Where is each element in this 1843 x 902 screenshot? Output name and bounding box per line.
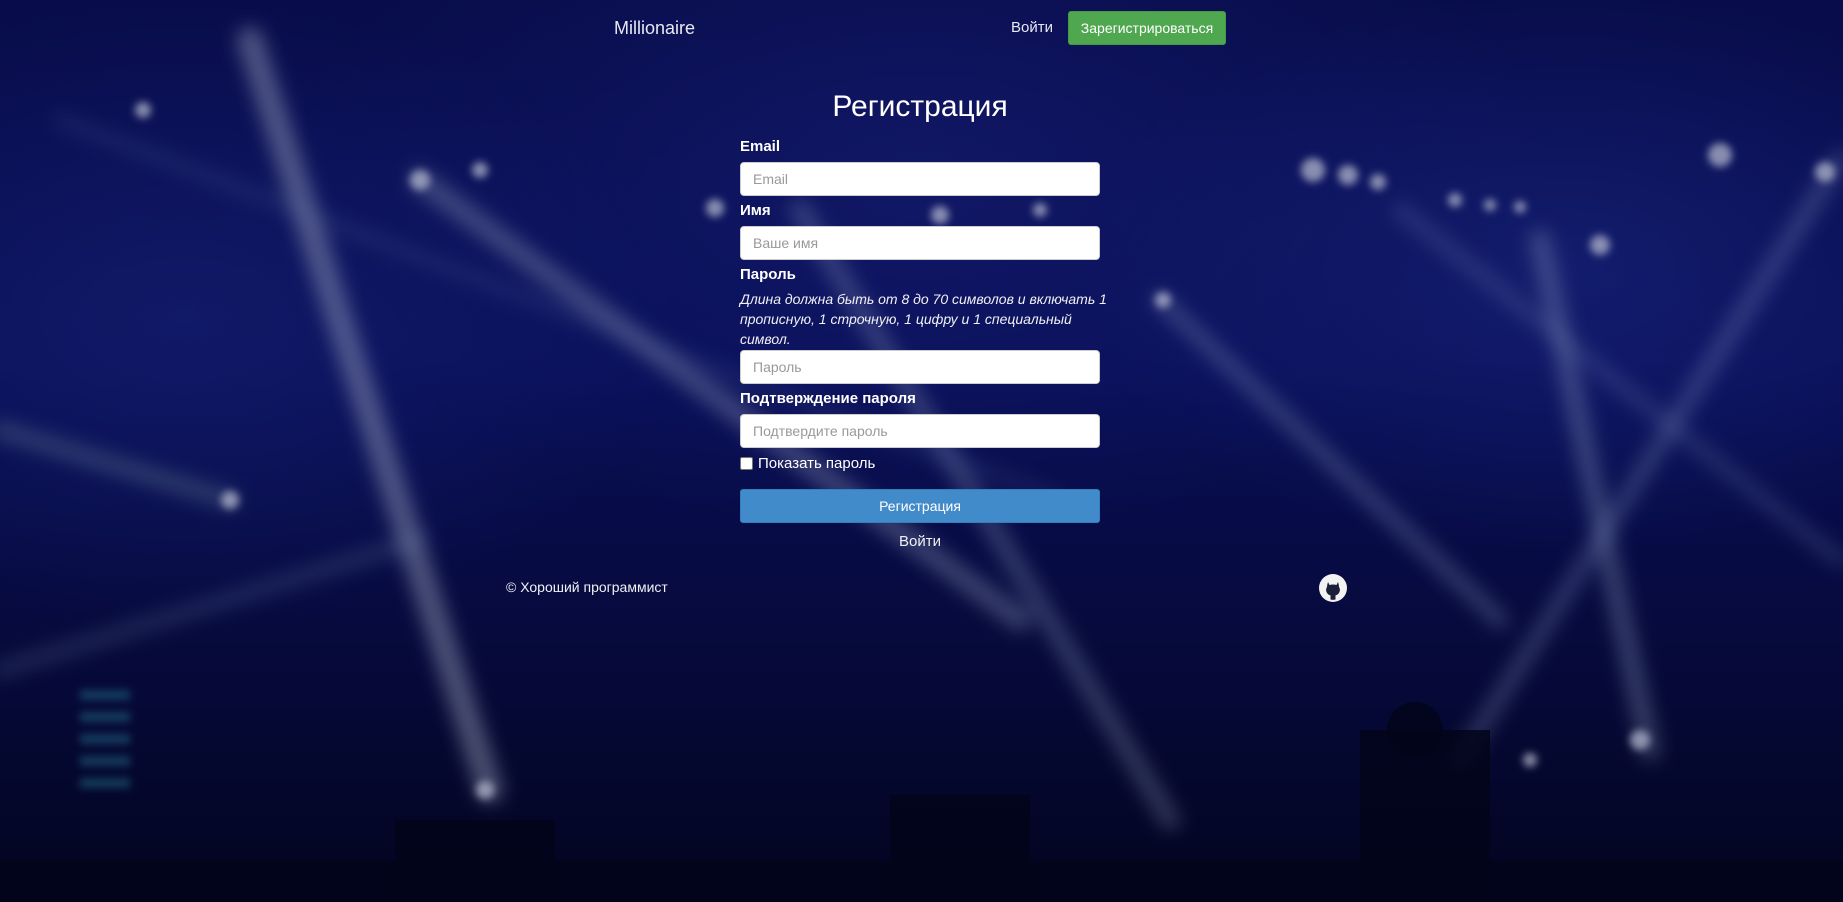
name-label: Имя	[740, 202, 771, 219]
password-field[interactable]	[740, 350, 1100, 384]
navbar: Millionaire Войти Зарегистрироваться	[0, 0, 1843, 56]
show-password-row[interactable]: Показать пароль	[740, 455, 875, 472]
brand-link[interactable]: Millionaire	[614, 18, 695, 39]
page-title: Регистрация	[832, 90, 1008, 123]
login-link-text[interactable]: Войти	[899, 533, 941, 550]
stage-lights-background	[0, 27, 1843, 902]
nav-register-button[interactable]: Зарегистрироваться	[1068, 11, 1226, 45]
email-label: Email	[740, 138, 781, 155]
show-password-checkbox[interactable]	[740, 457, 753, 470]
login-link: Войти	[740, 533, 1100, 550]
email-field[interactable]	[740, 162, 1100, 196]
confirm-password-field[interactable]	[740, 414, 1100, 448]
show-password-label[interactable]: Показать пароль	[758, 455, 875, 472]
nav-login-link[interactable]: Войти	[1011, 19, 1053, 36]
password-label: Пароль	[740, 266, 796, 283]
background-tint	[0, 0, 1843, 902]
name-field[interactable]	[740, 226, 1100, 260]
footer-copyright: © Хороший программист	[506, 579, 668, 595]
github-icon[interactable]	[1319, 574, 1347, 602]
register-submit-button[interactable]: Регистрация	[740, 489, 1100, 523]
confirm-password-label: Подтверждение пароля	[740, 390, 916, 407]
password-hint: Длина должна быть от 8 до 70 символов и …	[740, 291, 1107, 347]
page-background: Millionaire Войти Зарегистрироваться Рег…	[0, 0, 1843, 902]
